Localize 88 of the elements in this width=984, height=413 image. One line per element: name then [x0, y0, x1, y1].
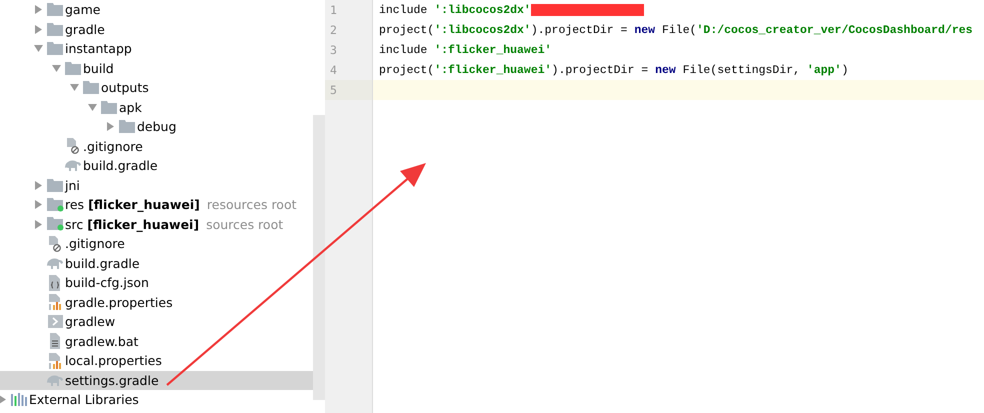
file-name: build.gradle — [65, 256, 140, 271]
code-line: project(':libcocos2dx').projectDir = new File('D:/cocos_creator_ver/CocosDashboard/res — [378, 22, 974, 38]
tree-item[interactable]: settings.gradle — [0, 370, 313, 390]
file-name: gradlew.bat — [65, 334, 138, 349]
tree-item[interactable]: gradlew.bat — [0, 332, 313, 351]
expand-arrow-icon[interactable] — [34, 180, 42, 190]
folder-icon — [65, 62, 81, 75]
tree-item[interactable]: jni — [0, 176, 313, 195]
tree-item[interactable]: src [flicker_huawei] sources root — [0, 214, 313, 234]
file-name: gradle — [65, 22, 105, 37]
tree-item[interactable]: local.properties — [0, 351, 313, 370]
code-line: include ':flicker_huawei' — [378, 42, 553, 58]
folder-icon — [101, 100, 117, 114]
tree-item[interactable]: gradlew — [0, 312, 313, 332]
line-number: 2 — [330, 23, 337, 37]
file-name: jni — [65, 178, 80, 193]
expand-arrow-icon[interactable] — [34, 200, 42, 210]
tree-item[interactable]: .gitignore — [0, 136, 313, 156]
file-name: instantapp — [65, 41, 132, 56]
file-name: build-cfg.json — [65, 275, 149, 290]
folder-icon — [47, 42, 63, 56]
file-name: External Libraries — [29, 392, 139, 408]
file-name: .gitignore — [65, 236, 125, 252]
properties-file-icon — [48, 352, 62, 369]
folder-icon — [46, 217, 64, 232]
tree-item[interactable]: game — [0, 0, 313, 20]
tree-item[interactable]: build-cfg.json — [0, 273, 313, 292]
library-icon — [11, 393, 27, 406]
file-name: gradle.properties — [65, 294, 173, 310]
elephant-icon — [47, 258, 63, 269]
collapse-arrow-icon[interactable] — [52, 64, 60, 72]
folder-icon — [47, 3, 63, 16]
line-number: 1 — [330, 3, 337, 17]
file-name: settings.gradle — [65, 372, 159, 388]
file-name: .gitignore — [83, 138, 143, 154]
line-number: 4 — [330, 63, 337, 77]
collapse-arrow-icon[interactable] — [88, 104, 96, 111]
root-type-label: resources root — [206, 197, 297, 212]
module-name: [flicker_huawei] — [88, 197, 200, 212]
elephant-icon — [65, 160, 81, 172]
file-name: local.properties — [65, 353, 162, 368]
json-file-icon — [48, 274, 62, 291]
expand-arrow-icon[interactable] — [34, 220, 42, 229]
ignored-file-icon — [48, 236, 62, 252]
file-name: res — [65, 197, 84, 212]
collapse-arrow-icon[interactable] — [70, 84, 78, 92]
tree-item[interactable]: outputs — [0, 78, 313, 98]
module-name: [flicker_huawei] — [87, 216, 200, 232]
tree-item[interactable]: apk — [0, 98, 313, 117]
tree-item[interactable]: build — [0, 58, 313, 78]
folder-icon — [46, 198, 64, 212]
tree-item[interactable]: External Libraries — [0, 390, 313, 410]
scrollbar-thumb[interactable] — [313, 115, 325, 400]
tree-item[interactable]: res [flicker_huawei] resources root — [0, 195, 313, 214]
file-name: outputs — [101, 80, 149, 96]
tree-item[interactable]: build.gradle — [0, 254, 313, 273]
line-number: 3 — [330, 43, 337, 57]
file-name: build.gradle — [83, 158, 158, 174]
folder-icon — [83, 81, 99, 94]
folder-icon — [119, 120, 135, 134]
expand-arrow-icon[interactable] — [0, 395, 6, 404]
terminal-icon — [48, 315, 62, 328]
file-name: apk — [119, 100, 142, 115]
code-line: project(':flicker_huawei').projectDir = new File(settingsDir, 'app') — [378, 62, 850, 78]
text-file-icon — [49, 333, 61, 350]
expand-arrow-icon[interactable] — [34, 24, 42, 34]
expand-arrow-icon[interactable] — [106, 122, 114, 132]
file-name: build — [83, 60, 114, 76]
elephant-icon — [47, 374, 63, 386]
tree-item[interactable]: instantapp — [0, 39, 313, 58]
folder-icon — [47, 178, 63, 192]
root-type-label: sources root — [206, 216, 284, 232]
file-name: debug — [137, 119, 176, 134]
line-number: 5 — [330, 83, 337, 97]
file-name: game — [65, 2, 100, 18]
ignored-file-icon — [66, 138, 80, 154]
tree-item[interactable]: build.gradle — [0, 156, 313, 176]
tree-item[interactable]: gradle.properties — [0, 292, 313, 312]
tree-item[interactable]: gradle — [0, 20, 313, 39]
file-name: src — [65, 216, 84, 232]
tree-item[interactable]: .gitignore — [0, 234, 313, 254]
folder-icon — [47, 22, 63, 36]
file-name: gradlew — [65, 314, 116, 330]
expand-arrow-icon[interactable] — [34, 5, 42, 14]
tree-item[interactable]: debug — [0, 117, 313, 136]
code-line: include ':libcocos2dx' — [373, 0, 984, 20]
properties-file-icon — [48, 294, 62, 310]
collapse-arrow-icon[interactable] — [34, 45, 42, 52]
